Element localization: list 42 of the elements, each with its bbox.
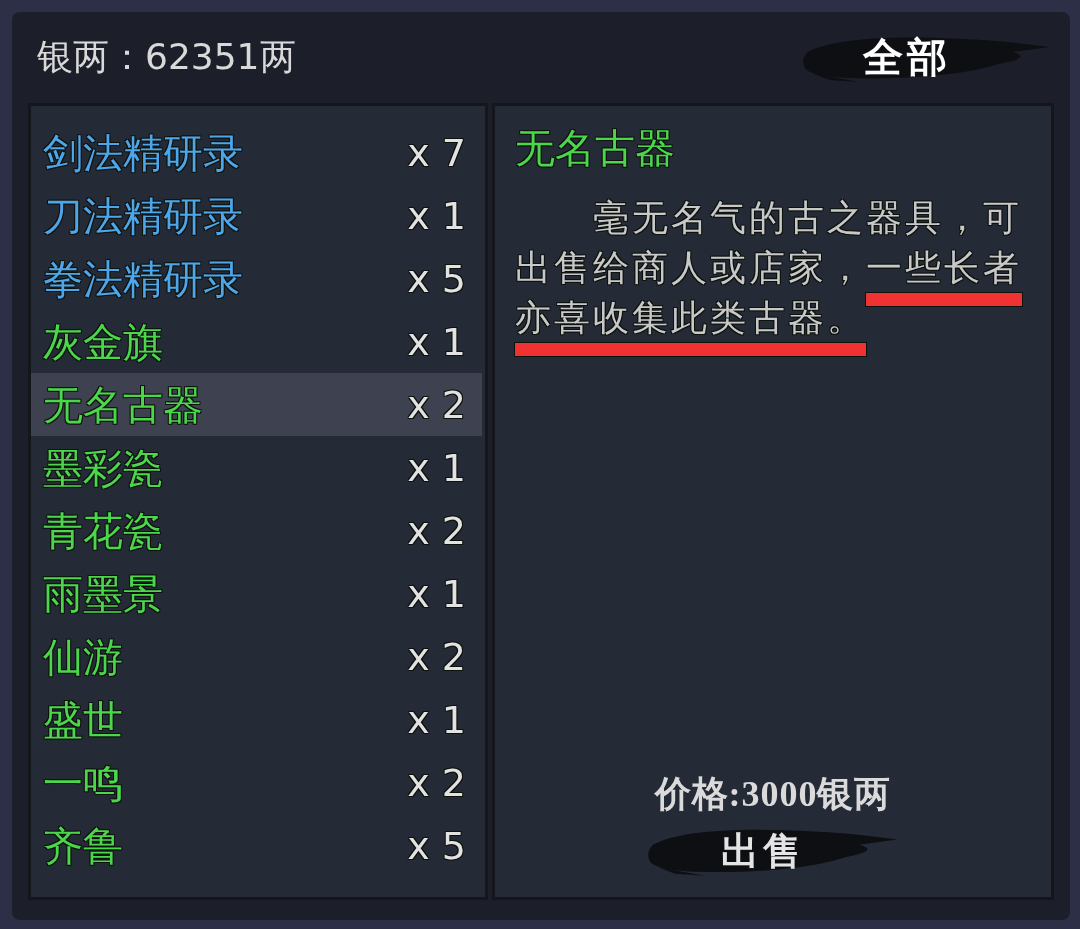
item-count: x 7 [407, 129, 466, 176]
item-row[interactable]: 仙游 x 2 [31, 625, 482, 688]
item-count: x 1 [407, 192, 466, 239]
item-row[interactable]: 齐鲁 x 5 [31, 814, 482, 877]
item-count: x 1 [407, 570, 466, 617]
item-name: 盛世 [43, 695, 123, 744]
item-count: x 2 [407, 759, 466, 806]
item-row[interactable]: 墨彩瓷 x 1 [31, 436, 482, 499]
item-row[interactable]: 雨墨景 x 1 [31, 562, 482, 625]
item-name: 雨墨景 [43, 569, 163, 618]
item-name: 一鸣 [43, 758, 123, 807]
item-row[interactable]: 无名古器 x 2 [31, 373, 482, 436]
item-row[interactable]: 拳法精研录 x 5 [31, 247, 482, 310]
item-name: 仙游 [43, 632, 123, 681]
item-name: 青花瓷 [43, 506, 163, 555]
item-description: 毫无名气的古之器具，可出售给商人或店家，一些长者亦喜收集此类古器。 [515, 196, 1023, 340]
item-row[interactable]: 一鸣 x 2 [31, 751, 482, 814]
item-count: x 1 [407, 318, 466, 365]
item-name: 刀法精研录 [43, 191, 243, 240]
item-count: x 2 [407, 507, 466, 554]
item-count: x 2 [407, 633, 466, 680]
sell-button[interactable]: 出售 [645, 822, 901, 880]
item-price: 价格:3000银两 [654, 774, 892, 814]
item-count: x 1 [407, 444, 466, 491]
item-name: 剑法精研录 [43, 128, 243, 177]
item-row[interactable]: 剑法精研录 x 7 [31, 121, 482, 184]
item-name: 灰金旗 [43, 317, 163, 366]
currency-balance: 银两：62351两 [37, 35, 296, 79]
item-count: x 2 [407, 381, 466, 428]
item-count: x 1 [407, 696, 466, 743]
item-count: x 5 [407, 822, 466, 869]
item-name: 墨彩瓷 [43, 443, 163, 492]
item-row[interactable]: 青花瓷 x 2 [31, 499, 482, 562]
item-name: 无名古器 [43, 380, 203, 429]
item-name: 齐鲁 [43, 821, 123, 870]
item-row[interactable]: 盛世 x 1 [31, 688, 482, 751]
item-name: 拳法精研录 [43, 254, 243, 303]
item-count: x 5 [407, 255, 466, 302]
item-row[interactable]: 刀法精研录 x 1 [31, 184, 482, 247]
item-row[interactable]: 灰金旗 x 1 [31, 310, 482, 373]
item-title: 无名古器 [515, 124, 675, 172]
filter-button[interactable]: 全部 [800, 29, 1054, 86]
